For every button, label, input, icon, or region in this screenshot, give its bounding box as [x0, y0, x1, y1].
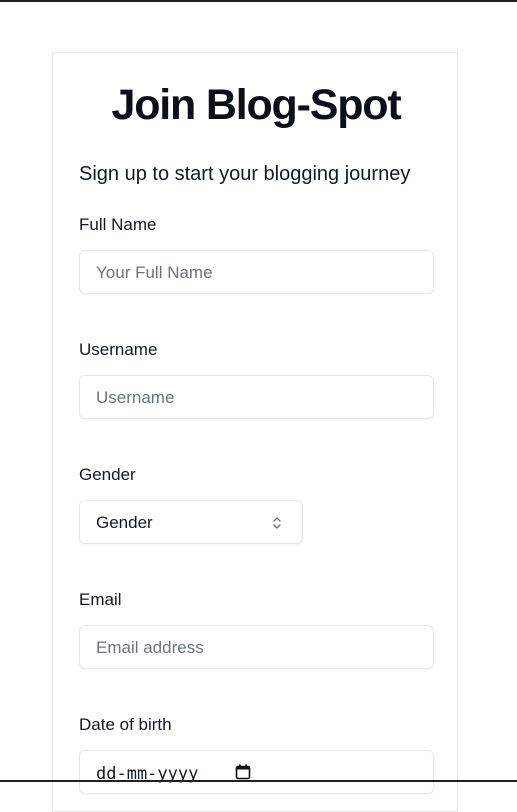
- email-placeholder: Email address: [96, 638, 204, 657]
- gender-select[interactable]: Gender: [79, 500, 303, 544]
- full-name-placeholder: Your Full Name: [96, 263, 213, 282]
- window-top-border: [0, 0, 517, 2]
- email-label: Email: [79, 590, 122, 609]
- full-name-label: Full Name: [79, 215, 157, 234]
- username-input[interactable]: Username: [79, 375, 434, 419]
- signup-card: Join Blog-Spot Sign up to start your blo…: [52, 52, 458, 812]
- full-name-input[interactable]: Your Full Name: [79, 250, 434, 294]
- page-title: Join Blog-Spot: [111, 81, 402, 129]
- gender-selected-value: Gender: [96, 513, 153, 532]
- username-label: Username: [79, 340, 158, 359]
- calendar-icon[interactable]: [235, 764, 251, 780]
- dob-label: Date of birth: [79, 715, 172, 734]
- chevron-up-down-icon: [273, 517, 281, 529]
- username-placeholder: Username: [96, 388, 175, 407]
- gender-label: Gender: [79, 465, 136, 484]
- page-subtitle: Sign up to start your blogging journey: [79, 163, 411, 185]
- email-input[interactable]: Email address: [79, 625, 434, 669]
- dob-input[interactable]: dd-mm-yyyy: [79, 750, 434, 794]
